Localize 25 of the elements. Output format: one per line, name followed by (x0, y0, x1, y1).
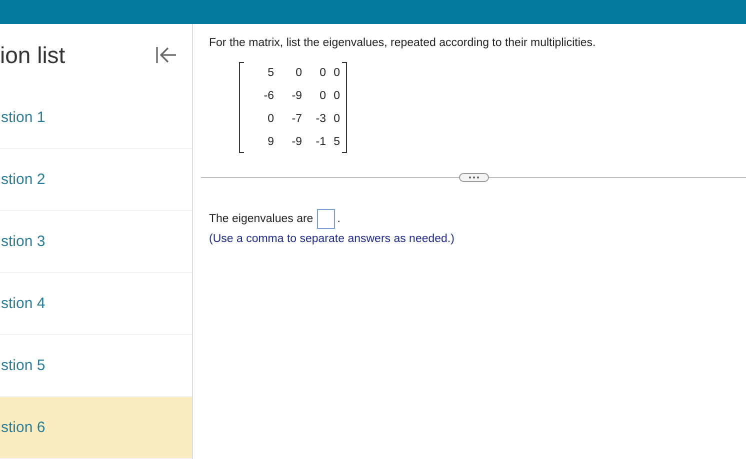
matrix-entry: 0 (266, 113, 274, 125)
more-button[interactable] (458, 173, 488, 182)
ellipsis-icon (468, 176, 480, 179)
matrix-entry: -3 (314, 113, 326, 125)
matrix-entry: 0 (318, 90, 326, 102)
matrix-entry: 0 (294, 67, 302, 79)
answer-field[interactable] (317, 209, 336, 229)
question-prompt: For the matrix, list the eigenvalues, repeated according to their multiplicities. (209, 37, 597, 49)
matrix-entry: -1 (314, 136, 326, 148)
matrix-entry: 9 (266, 136, 274, 148)
matrix-entry: 5 (332, 136, 340, 148)
hint-text: (Use a comma to separate answers as needed.) (209, 233, 456, 245)
sidebar-title: ion list (0, 42, 66, 69)
matrix-entry: -6 (262, 90, 274, 102)
matrix-entry: -7 (290, 113, 302, 125)
matrix-entry: 0 (318, 67, 326, 79)
matrix-entry: 0 (332, 67, 340, 79)
matrix-entry: -9 (290, 136, 302, 148)
period: . (337, 213, 340, 225)
matrix-entry: 0 (332, 90, 340, 102)
matrix-entry: 0 (332, 113, 340, 125)
matrix-entry: 5 (266, 67, 274, 79)
question-item[interactable]: stion 6 (0, 397, 192, 459)
matrix-entry: -9 (290, 90, 302, 102)
answer-label: The eigenvalues are (209, 213, 314, 225)
